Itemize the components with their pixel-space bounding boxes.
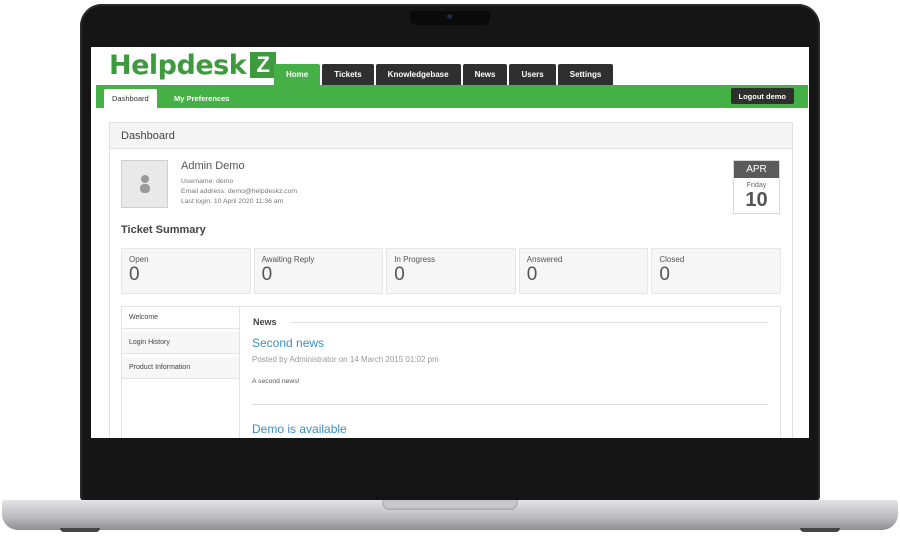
- stat-label: Awaiting Reply: [261, 255, 315, 264]
- date-day-number: 10: [745, 189, 768, 211]
- side-menu: Welcome Login History Product Informatio…: [122, 307, 240, 438]
- ticket-summary-title: Ticket Summary: [121, 224, 206, 236]
- date-badge: APR Friday 10: [733, 160, 780, 214]
- logo[interactable]: Helpdesk Z: [109, 49, 277, 81]
- stat-in-progress: In Progress 0: [386, 248, 516, 294]
- news-body: A second news!: [252, 378, 300, 385]
- laptop-lid-groove: [382, 500, 518, 510]
- date-weekday: Friday: [746, 182, 767, 189]
- tab-home[interactable]: Home: [274, 64, 321, 85]
- divider: [290, 322, 768, 323]
- stat-open: Open 0: [121, 248, 251, 294]
- subtab-my-preferences[interactable]: My Preferences: [166, 89, 237, 108]
- logout-button[interactable]: Logout demo: [730, 88, 794, 104]
- tab-settings[interactable]: Settings: [557, 64, 614, 85]
- stat-label: In Progress: [394, 255, 436, 264]
- divider: [252, 404, 768, 405]
- date-month: APR: [734, 161, 779, 178]
- top-bar: Helpdesk Z Home Tickets Knowledgebase Ne…: [91, 47, 809, 85]
- news-title-link[interactable]: Second news: [252, 336, 324, 350]
- camera-icon: [447, 14, 452, 19]
- tab-news[interactable]: News: [462, 64, 508, 85]
- stat-value: 0: [659, 264, 670, 285]
- logo-text: Helpdesk: [109, 49, 247, 81]
- stat-value: 0: [129, 264, 140, 285]
- stat-label: Answered: [526, 255, 563, 264]
- stat-closed: Closed 0: [651, 248, 781, 294]
- laptop-foot-right: [800, 528, 840, 532]
- side-item-welcome[interactable]: Welcome: [122, 307, 239, 329]
- news-heading: News: [253, 317, 277, 327]
- user-name: Admin Demo: [181, 160, 245, 172]
- stat-awaiting-reply: Awaiting Reply 0: [253, 248, 384, 294]
- news-meta: Posted by Administrator on 14 March 2015…: [252, 355, 439, 364]
- lower-section: Welcome Login History Product Informatio…: [121, 306, 781, 438]
- side-item-login-history[interactable]: Login History: [122, 332, 239, 354]
- news-title-link[interactable]: Demo is available: [252, 422, 347, 436]
- logo-letter-box: Z: [250, 52, 277, 78]
- avatar: [121, 160, 168, 208]
- user-silhouette-icon: [139, 175, 150, 193]
- laptop-foot-left: [60, 528, 100, 532]
- user-last-login: Last login: 10 April 2020 11:36 am: [181, 198, 284, 205]
- user-details: Username: demo Email address: demo@helpd…: [181, 177, 297, 207]
- tab-users[interactable]: Users: [509, 64, 556, 85]
- tab-knowledgebase[interactable]: Knowledgebase: [375, 64, 461, 85]
- subtab-dashboard[interactable]: Dashboard: [104, 89, 157, 108]
- stat-answered: Answered 0: [518, 248, 649, 294]
- sub-nav-bar: Dashboard My Preferences Logout demo: [96, 85, 808, 108]
- laptop-frame: Helpdesk Z Home Tickets Knowledgebase Ne…: [0, 0, 900, 536]
- app-screen: Helpdesk Z Home Tickets Knowledgebase Ne…: [91, 47, 809, 438]
- tab-tickets[interactable]: Tickets: [322, 64, 374, 85]
- user-username: Username: demo: [181, 178, 234, 185]
- stat-value: 0: [526, 264, 538, 285]
- dashboard-panel: Dashboard Admin Demo Username: demo Emai…: [109, 122, 793, 438]
- user-email: Email address: demo@helpdeskz.com: [181, 188, 298, 195]
- stat-value: 0: [394, 264, 405, 285]
- ticket-stats: Open 0 Awaiting Reply 0 In Progress 0 An…: [121, 248, 781, 294]
- stat-label: Open: [129, 255, 149, 264]
- main-nav: Home Tickets Knowledgebase News Users Se…: [274, 64, 614, 85]
- stat-label: Closed: [659, 255, 685, 264]
- panel-title: Dashboard: [110, 123, 792, 149]
- side-item-product-information[interactable]: Product Information: [122, 357, 239, 379]
- stat-value: 0: [261, 264, 273, 285]
